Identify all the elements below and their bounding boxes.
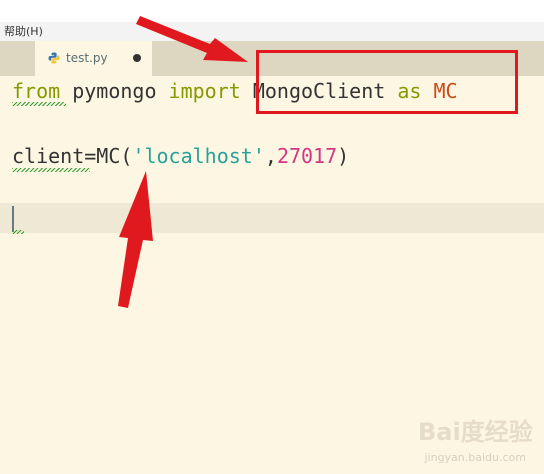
annotation-highlight-box [256,50,518,114]
watermark-url: jingyan.baidu.com [424,451,526,464]
lint-warning-underline [12,102,66,106]
module-name: pymongo [60,79,169,103]
menu-bar: 帮助(H) [0,22,544,41]
window-top-strip [0,0,544,22]
text-cursor [12,206,14,232]
unsaved-dot-icon[interactable] [133,54,141,62]
python-file-icon [48,52,60,64]
watermark-logo: Bai度经验 [418,418,533,446]
lint-warning-underline [12,168,90,172]
close-paren: ) [337,144,350,168]
comma: , [264,144,277,168]
host-string: 'localhost' [132,144,265,168]
tab-label: test.py [66,51,108,65]
call-name: MC [96,144,121,168]
port-number: 27017 [276,144,338,168]
tab-test-py[interactable]: test.py [35,41,152,76]
menu-item-help[interactable]: 帮助(H) [4,25,43,38]
current-line-highlight [0,203,544,233]
keyword-import: import [168,79,241,103]
equals-sign: = [84,144,97,168]
keyword-from: from [12,79,61,103]
code-line-2: client=MC('localhost',27017) [12,141,349,171]
lint-warning-underline [12,230,24,234]
variable-name: client [12,144,85,168]
open-paren: ( [120,144,133,168]
